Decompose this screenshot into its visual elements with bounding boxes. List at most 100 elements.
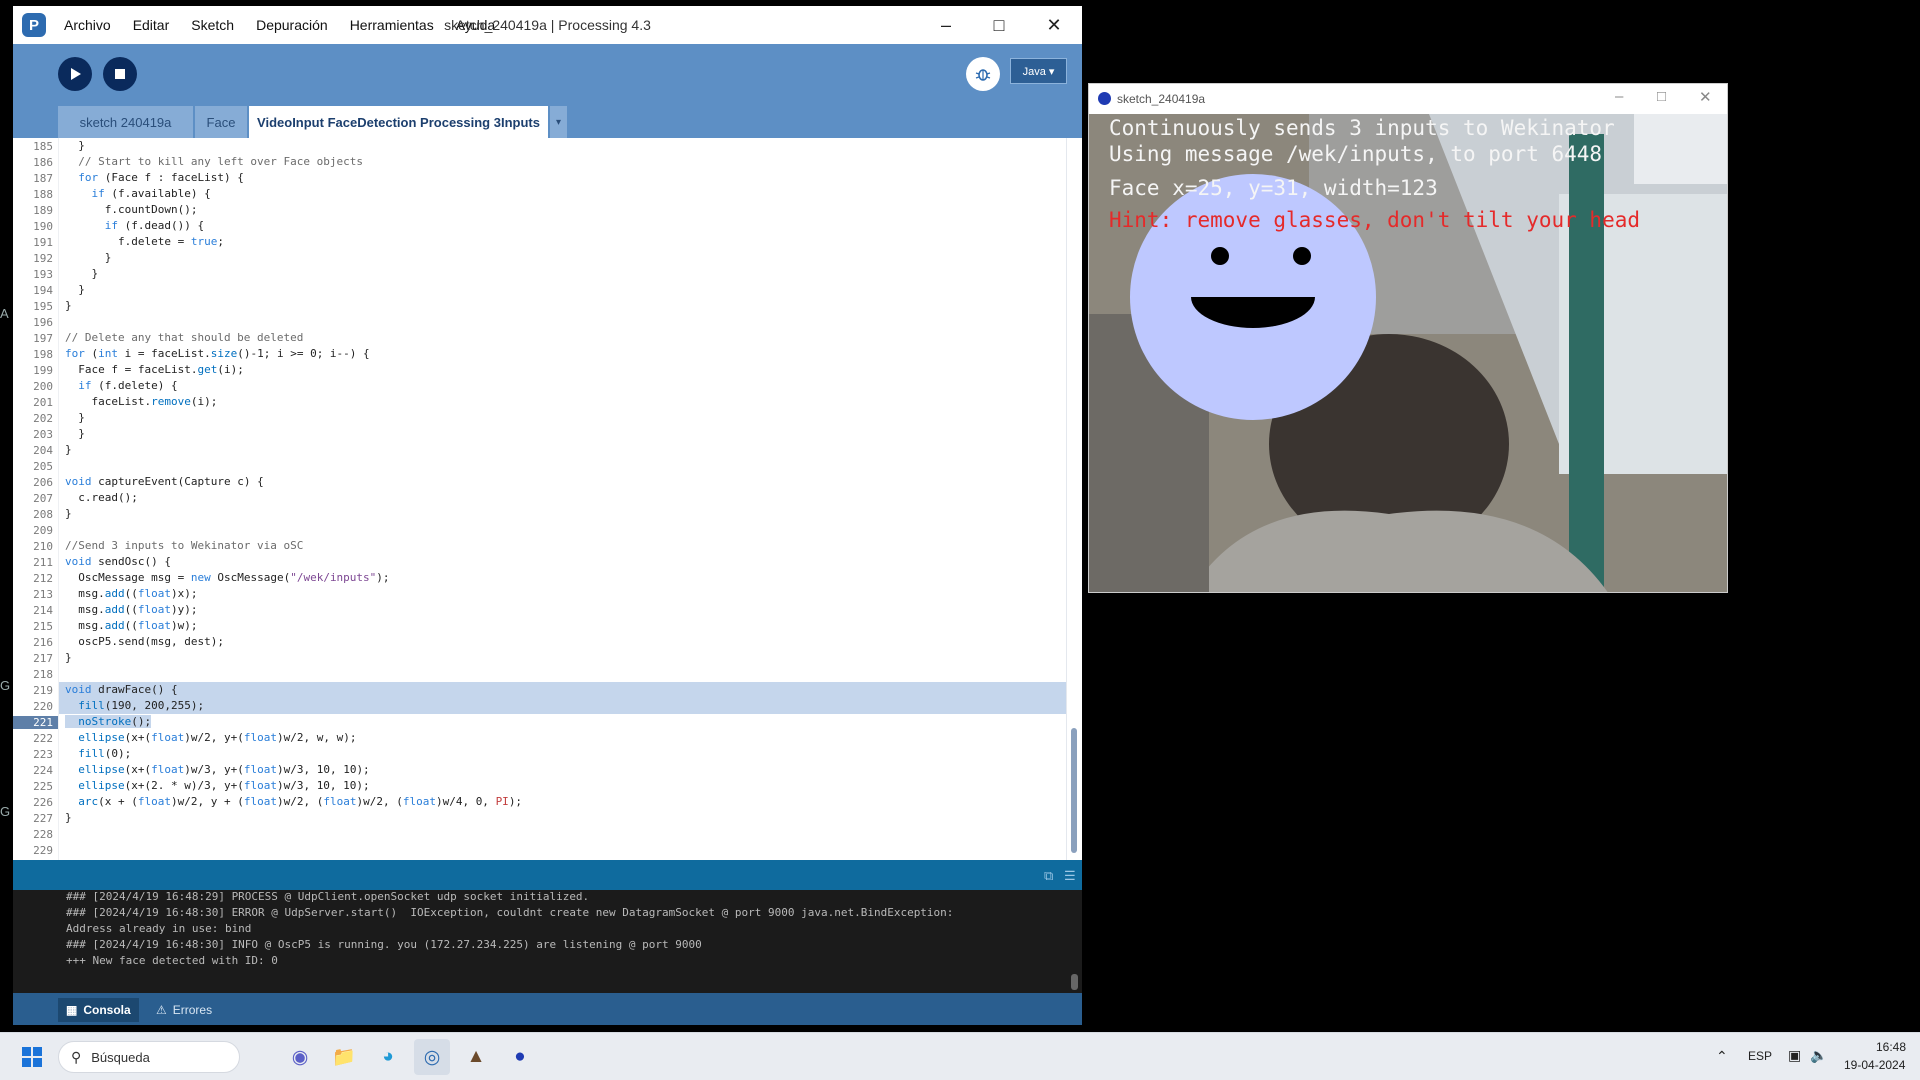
line-number: 197 [33,332,53,345]
line-number: 193 [33,268,53,281]
desktop: A G G P Archivo Editar Sketch Depuración… [0,0,1920,1032]
edge-browser-icon[interactable]: ◕ [370,1039,406,1075]
console-header: ⧉ ☰ [13,860,1082,890]
line-number: 187 [33,172,53,185]
tab-sketch-240419a[interactable]: sketch 240419a [58,106,193,138]
face-eye-left [1211,247,1229,265]
scrollbar-thumb[interactable] [1071,974,1078,990]
code-editor[interactable]: 185 186 187 188 189 190 191 192 193 194 195 196 197 1… [13,138,1082,860]
close-button[interactable]: ✕ [1026,6,1082,44]
language-indicator[interactable]: ESP [1748,1049,1772,1063]
line-number-gutter: 185 186 187 188 189 190 191 192 193 194 195 196 197 1… [13,138,58,860]
console-line: Address already in use: bind [66,922,252,935]
warning-icon: ⚠ [156,1003,167,1017]
line-number: 225 [33,780,53,793]
sketch-window-title: sketch_240419a [1117,92,1206,106]
line-number: 185 [33,140,53,153]
processing-ide-window: P Archivo Editar Sketch Depuración Herra… [13,6,1082,1025]
menu-herramientas[interactable]: Herramientas [350,17,434,33]
sketch-output-window: sketch_240419a – □ ✕ Continuously sends … [1088,83,1728,593]
line-number: 216 [33,636,53,649]
taskbar: ⚲ Búsqueda ◉ 📁 ◕ ◎ ▲ ● ⌃ ESP ▣ 🔈 16:48 1… [0,1032,1920,1080]
processing-sketch-icon [1098,92,1111,105]
sketch-titlebar: sketch_240419a – □ ✕ [1089,84,1727,114]
menu-archivo[interactable]: Archivo [64,17,111,33]
tab-videoinput-facedetection[interactable]: VideoInput FaceDetection Processing 3Inp… [249,106,548,138]
tab-errors[interactable]: ⚠ Errores [148,998,220,1022]
minimize-button[interactable]: – [918,6,974,44]
wekinator-icon[interactable]: ▲ [458,1039,494,1075]
network-icon[interactable]: ▣ [1788,1047,1801,1064]
search-icon: ⚲ [71,1048,82,1065]
line-number: 189 [33,204,53,217]
terminal-icon: ▦ [66,1003,78,1017]
debugger-button[interactable] [966,57,1000,91]
volume-icon[interactable]: 🔈 [1810,1047,1827,1064]
desktop-edge-letter: A [0,306,9,321]
mode-selector[interactable]: Java ▾ [1010,58,1067,84]
menu-depuracion[interactable]: Depuración [256,17,328,33]
processing-taskbar-icon[interactable]: ◎ [414,1039,450,1075]
line-number: 229 [33,844,53,857]
line-number: 195 [33,300,53,313]
show-hidden-icons-icon[interactable]: ⌃ [1716,1048,1728,1065]
tab-face[interactable]: Face [195,106,247,138]
console-output: ### [2024/4/19 16:48:29] PROCESS @ UdpCl… [13,890,1082,993]
line-number: 222 [33,732,53,745]
line-number: 213 [33,588,53,601]
file-explorer-icon[interactable]: 📁 [326,1039,362,1075]
minimize-button[interactable]: – [1615,88,1623,105]
bug-icon [975,69,991,81]
taskbar-search[interactable]: ⚲ Búsqueda [58,1041,240,1073]
sketch-tabs: sketch 240419a Face VideoInput FaceDetec… [13,106,1082,138]
line-number: 200 [33,380,53,393]
line-number: 206 [33,476,53,489]
console-scrollbar[interactable] [1067,890,1082,993]
close-button[interactable]: ✕ [1699,88,1712,106]
line-number: 221 [13,716,58,729]
face-eye-right [1293,247,1311,265]
sketch-taskbar-icon[interactable]: ● [502,1039,538,1075]
console-line: ### [2024/4/19 16:48:30] INFO @ OscP5 is… [66,938,702,951]
line-number: 207 [33,492,53,505]
line-number: 224 [33,764,53,777]
line-number: 190 [33,220,53,233]
code-text-area[interactable]: } // Start to kill any left over Face ob… [58,138,1066,860]
menu-editar[interactable]: Editar [133,17,170,33]
console-line: ### [2024/4/19 16:48:29] PROCESS @ UdpCl… [66,890,590,903]
line-number: 196 [33,316,53,329]
line-number: 203 [33,428,53,441]
maximize-button[interactable]: □ [971,6,1027,44]
tabs-menu-button[interactable]: ▾ [550,106,567,138]
line-number: 191 [33,236,53,249]
teams-icon[interactable]: ◉ [282,1039,318,1075]
menu-sketch[interactable]: Sketch [191,17,234,33]
line-number: 205 [33,460,53,473]
tab-errors-label: Errores [172,1003,213,1017]
line-number: 188 [33,188,53,201]
clock-time[interactable]: 16:48 [1876,1040,1906,1054]
clear-console-icon[interactable]: ☰ [1064,868,1076,884]
tab-console-label: Consola [83,1003,131,1017]
line-number: 212 [33,572,53,585]
maximize-button[interactable]: □ [1657,88,1666,105]
line-number: 223 [33,748,53,761]
menu-ayuda[interactable]: Ayuda [456,17,495,33]
sketch-canvas[interactable]: Continuously sends 3 inputs to Wekinator… [1089,114,1727,592]
line-number: 217 [33,652,53,665]
start-button[interactable] [14,1039,50,1075]
editor-scrollbar[interactable] [1066,138,1082,860]
line-number: 204 [33,444,53,457]
tab-console[interactable]: ▦ Consola [58,998,139,1022]
scrollbar-thumb[interactable] [1071,728,1077,853]
line-number: 215 [33,620,53,633]
copy-icon[interactable]: ⧉ [1044,868,1053,884]
ide-titlebar: P Archivo Editar Sketch Depuración Herra… [13,6,1082,44]
run-button[interactable] [58,57,92,91]
face-readout: Face x=25, y=31, width=123 [1109,176,1438,200]
line-number: 201 [33,396,53,409]
clock-date[interactable]: 19-04-2024 [1844,1058,1905,1072]
line-number: 218 [33,668,53,681]
stop-button[interactable] [103,57,137,91]
console-line: ### [2024/4/19 16:48:30] ERROR @ UdpServ… [66,906,954,919]
